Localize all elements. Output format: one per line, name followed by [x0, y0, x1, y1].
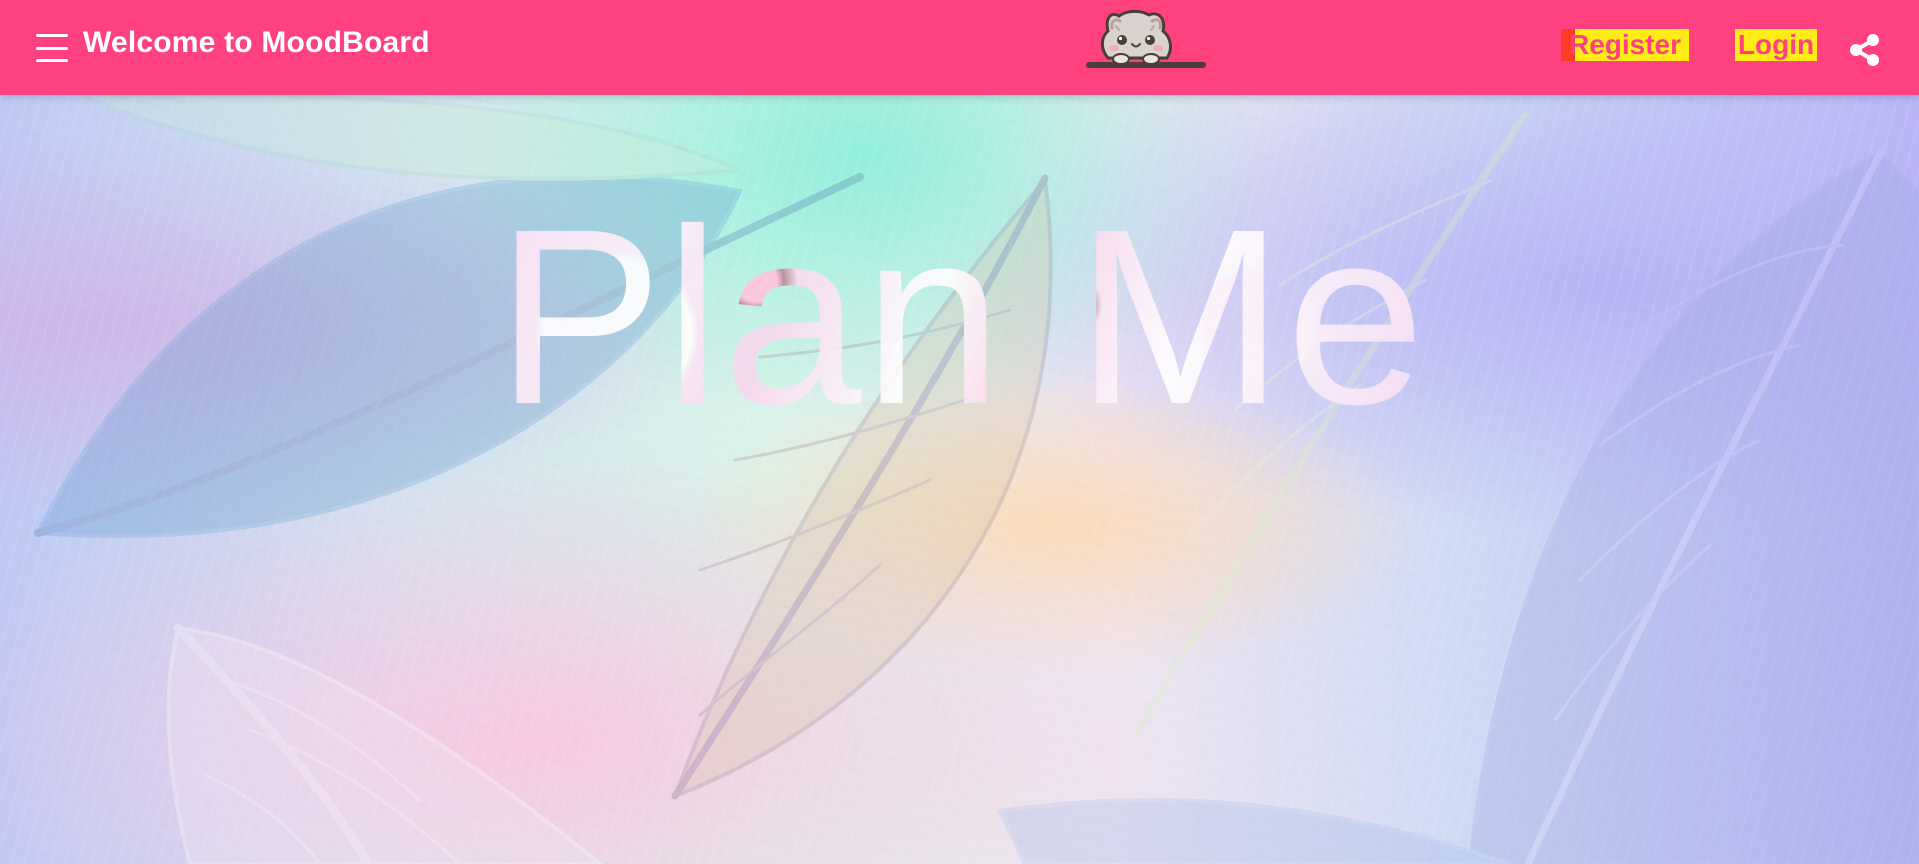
share-icon[interactable]: [1847, 32, 1882, 67]
login-button[interactable]: Login: [1735, 29, 1817, 61]
hamburger-menu-icon-line: [36, 46, 68, 50]
moodboard-page: Welcome to MoodBoard Register Login Plan…: [0, 0, 1919, 864]
app-title: Welcome to MoodBoard: [83, 26, 430, 59]
hamburger-menu-icon-line: [36, 59, 68, 62]
hero-banner: Plan Me: [0, 95, 1919, 864]
register-button[interactable]: Register: [1561, 29, 1689, 61]
menu-button[interactable]: [36, 34, 68, 62]
hero-title: Plan Me: [496, 177, 1428, 456]
cat-logo-icon: [1086, 9, 1206, 68]
hamburger-menu-icon: [36, 34, 68, 37]
top-app-bar: Welcome to MoodBoard Register Login: [0, 0, 1919, 95]
